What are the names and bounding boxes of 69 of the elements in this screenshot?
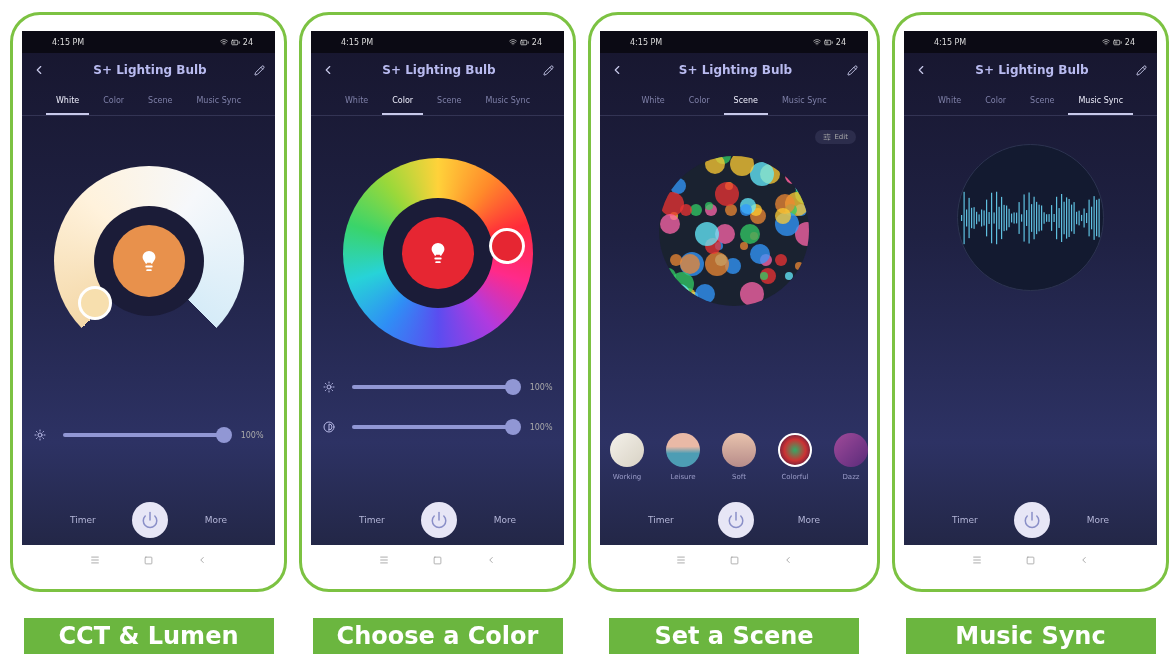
slider-reading: 100% bbox=[240, 430, 264, 440]
screen-title: S+ Lighting Bulb bbox=[382, 63, 496, 77]
tab[interactable]: Color bbox=[678, 87, 720, 115]
tab[interactable]: Music Sync bbox=[186, 87, 252, 115]
tab[interactable]: Music Sync bbox=[771, 87, 837, 115]
more-button[interactable]: More bbox=[198, 514, 233, 527]
power-icon bbox=[1023, 511, 1042, 530]
ring-thumb[interactable] bbox=[488, 228, 525, 264]
power-button[interactable] bbox=[1014, 502, 1051, 539]
status-time: 4:15 PM bbox=[934, 37, 967, 47]
battery-level: 24 bbox=[835, 37, 846, 47]
tab[interactable]: Music Sync bbox=[475, 87, 541, 115]
screen-title: S+ Lighting Bulb bbox=[678, 63, 793, 77]
tab[interactable]: Scene bbox=[138, 87, 183, 115]
power-button[interactable] bbox=[717, 502, 754, 539]
status-time: 4:15 PM bbox=[52, 37, 85, 47]
screen-title: S+ Lighting Bulb bbox=[93, 63, 207, 77]
sliders-icon bbox=[823, 133, 832, 141]
timer-button[interactable]: Timer bbox=[946, 514, 984, 527]
battery-icon bbox=[519, 37, 529, 47]
status-time: 4:15 PM bbox=[630, 37, 663, 47]
edit-icon[interactable] bbox=[543, 64, 554, 76]
edit-icon[interactable] bbox=[1136, 64, 1147, 76]
wifi-icon bbox=[1101, 38, 1110, 46]
power-button[interactable] bbox=[421, 502, 458, 539]
wifi-icon bbox=[508, 38, 517, 46]
edit-icon[interactable] bbox=[254, 64, 265, 76]
caption-label: Set a Scene bbox=[609, 618, 859, 654]
power-button[interactable] bbox=[132, 502, 169, 539]
timer-button[interactable]: Timer bbox=[642, 514, 680, 527]
tab[interactable]: White bbox=[631, 87, 675, 115]
more-button[interactable]: More bbox=[791, 514, 826, 527]
brightness-icon bbox=[322, 381, 335, 393]
power-icon bbox=[430, 511, 449, 530]
tab[interactable]: White bbox=[927, 87, 972, 115]
tab[interactable]: Music Sync bbox=[1068, 87, 1134, 115]
status-time: 4:15 PM bbox=[341, 37, 374, 47]
edit-icon[interactable] bbox=[847, 64, 858, 76]
battery-icon bbox=[823, 37, 833, 47]
slider-reading: 100% bbox=[529, 382, 553, 392]
timer-button[interactable]: Timer bbox=[353, 514, 391, 527]
tab[interactable]: Scene bbox=[1020, 87, 1065, 115]
caption-label: CCT & Lumen bbox=[23, 618, 274, 654]
power-icon bbox=[141, 511, 160, 530]
battery-icon bbox=[230, 37, 240, 47]
screen-title: S+ Lighting Bulb bbox=[975, 63, 1089, 77]
battery-level: 24 bbox=[242, 37, 253, 47]
tab[interactable]: Color bbox=[975, 87, 1017, 115]
brightness-icon bbox=[33, 429, 46, 441]
battery-icon bbox=[1112, 37, 1122, 47]
caption-label: Choose a Color bbox=[312, 618, 563, 654]
contrast-icon bbox=[322, 421, 335, 433]
wifi-icon bbox=[219, 38, 228, 46]
tab[interactable]: Color bbox=[93, 87, 135, 115]
battery-level: 24 bbox=[1124, 37, 1135, 47]
tab[interactable]: Color bbox=[382, 87, 424, 115]
wifi-icon bbox=[812, 38, 821, 46]
more-button[interactable]: More bbox=[487, 514, 522, 527]
tab[interactable]: Scene bbox=[427, 87, 472, 115]
ring-thumb[interactable] bbox=[77, 286, 112, 320]
tab[interactable]: Scene bbox=[723, 87, 768, 115]
tab[interactable]: White bbox=[45, 87, 90, 115]
more-button[interactable]: More bbox=[1080, 514, 1115, 527]
slider-reading: 100% bbox=[529, 422, 553, 432]
timer-button[interactable]: Timer bbox=[64, 514, 102, 527]
tab[interactable]: White bbox=[334, 87, 379, 115]
power-icon bbox=[726, 511, 745, 530]
battery-level: 24 bbox=[531, 37, 542, 47]
caption-label: Music Sync bbox=[905, 618, 1156, 654]
